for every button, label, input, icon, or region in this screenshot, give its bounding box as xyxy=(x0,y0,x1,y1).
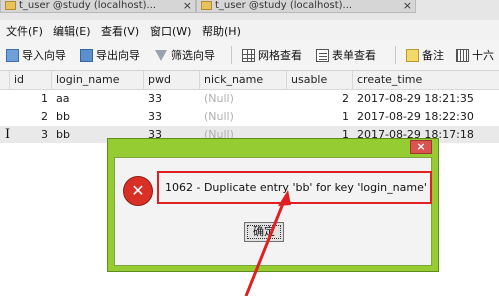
dialog-close-button[interactable]: × xyxy=(410,140,432,154)
cell-login-name[interactable]: bb xyxy=(52,108,144,125)
error-message: 1062 - Duplicate entry 'bb' for key 'log… xyxy=(165,181,427,194)
form-icon xyxy=(316,48,329,62)
ok-button[interactable]: 确定 xyxy=(244,222,284,242)
cell-pwd[interactable]: 33 xyxy=(144,90,200,107)
cell-nick-name[interactable]: (Null) xyxy=(200,108,287,125)
hex-icon xyxy=(456,48,469,62)
table-icon xyxy=(201,0,212,10)
row-selector-header xyxy=(0,71,10,89)
filter-wizard-button[interactable]: 筛选向导 xyxy=(155,47,215,63)
text-cursor-icon: I xyxy=(5,127,11,142)
cell-usable[interactable]: 2 xyxy=(287,90,353,107)
cell-login-name[interactable]: aa xyxy=(52,90,144,107)
tab-t-user-1[interactable]: t_user @study (localhost)... × xyxy=(0,0,196,13)
menu-bar: 文件(F) 编辑(E) 查看(V) 窗口(W) 帮助(H) xyxy=(0,20,499,40)
memo-icon xyxy=(406,48,419,62)
error-message-highlight: 1062 - Duplicate entry 'bb' for key 'log… xyxy=(157,171,432,204)
toolbar: 导入向导 导出向导 筛选向导 网格查看 表单查看 备注 十六 xyxy=(0,40,499,71)
memo-button[interactable]: 备注 xyxy=(406,47,444,63)
import-icon xyxy=(6,48,19,62)
column-header-login-name[interactable]: login_name xyxy=(52,71,144,89)
tab-label: t_user @study (localhost)... xyxy=(215,0,353,11)
cell-id[interactable]: 2 xyxy=(10,108,52,125)
document-tab-bar: t_user @study (localhost)... × t_user @s… xyxy=(0,0,499,20)
cell-usable[interactable]: 1 xyxy=(287,108,353,125)
cell-pwd[interactable]: 33 xyxy=(144,108,200,125)
export-icon xyxy=(80,48,93,62)
column-header-nick-name[interactable]: nick_name xyxy=(200,71,287,89)
filter-wizard-label: 筛选向导 xyxy=(171,49,215,62)
import-wizard-label: 导入向导 xyxy=(22,49,66,62)
filter-icon xyxy=(155,49,167,61)
menu-view[interactable]: 查看(V) xyxy=(101,23,139,39)
column-header-id[interactable]: id xyxy=(10,71,52,89)
menu-help[interactable]: 帮助(H) xyxy=(202,23,241,39)
cell-id[interactable]: 1 xyxy=(10,90,52,107)
cell-nick-name[interactable]: (Null) xyxy=(200,90,287,107)
toolbar-separator xyxy=(231,46,232,64)
import-wizard-button[interactable]: 导入向导 xyxy=(6,47,66,63)
cell-create-time[interactable]: 2017-08-29 18:21:35 xyxy=(353,90,499,107)
hex-label: 十六 xyxy=(472,49,494,62)
tab-close-icon[interactable]: × xyxy=(403,0,412,11)
table-row[interactable]: 2 bb 33 (Null) 1 2017-08-29 18:22:30 xyxy=(0,108,499,125)
grid-header: id login_name pwd nick_name usable creat… xyxy=(0,71,499,90)
column-header-create-time[interactable]: create_time xyxy=(353,71,499,89)
grid-view-label: 网格查看 xyxy=(258,49,302,62)
tab-label: t_user @study (localhost)... xyxy=(19,0,157,11)
menu-file[interactable]: 文件(F) xyxy=(6,23,43,39)
table-row[interactable]: 1 aa 33 (Null) 2 2017-08-29 18:21:35 xyxy=(0,90,499,107)
form-view-label: 表单查看 xyxy=(332,49,376,62)
grid-icon xyxy=(242,48,255,62)
export-wizard-label: 导出向导 xyxy=(96,49,140,62)
error-icon: ✕ xyxy=(123,176,153,206)
export-wizard-button[interactable]: 导出向导 xyxy=(80,47,140,63)
toolbar-separator xyxy=(395,46,396,64)
menu-edit[interactable]: 编辑(E) xyxy=(53,23,91,39)
cell-id[interactable]: 3 xyxy=(10,126,52,143)
memo-label: 备注 xyxy=(422,49,444,62)
form-view-button[interactable]: 表单查看 xyxy=(316,47,376,63)
cell-create-time[interactable]: 2017-08-29 18:22:30 xyxy=(353,108,499,125)
column-header-pwd[interactable]: pwd xyxy=(144,71,200,89)
hex-button[interactable]: 十六 xyxy=(456,47,494,63)
error-dialog: × ✕ 1062 - Duplicate entry 'bb' for key … xyxy=(107,138,439,272)
tab-close-icon[interactable]: × xyxy=(183,0,192,11)
menu-window[interactable]: 窗口(W) xyxy=(150,23,191,39)
dialog-body: ✕ 1062 - Duplicate entry 'bb' for key 'l… xyxy=(114,157,432,266)
grid-view-button[interactable]: 网格查看 xyxy=(242,47,302,63)
column-header-usable[interactable]: usable xyxy=(287,71,353,89)
tab-t-user-2[interactable]: t_user @study (localhost)... × xyxy=(196,0,416,13)
table-icon xyxy=(5,0,16,10)
